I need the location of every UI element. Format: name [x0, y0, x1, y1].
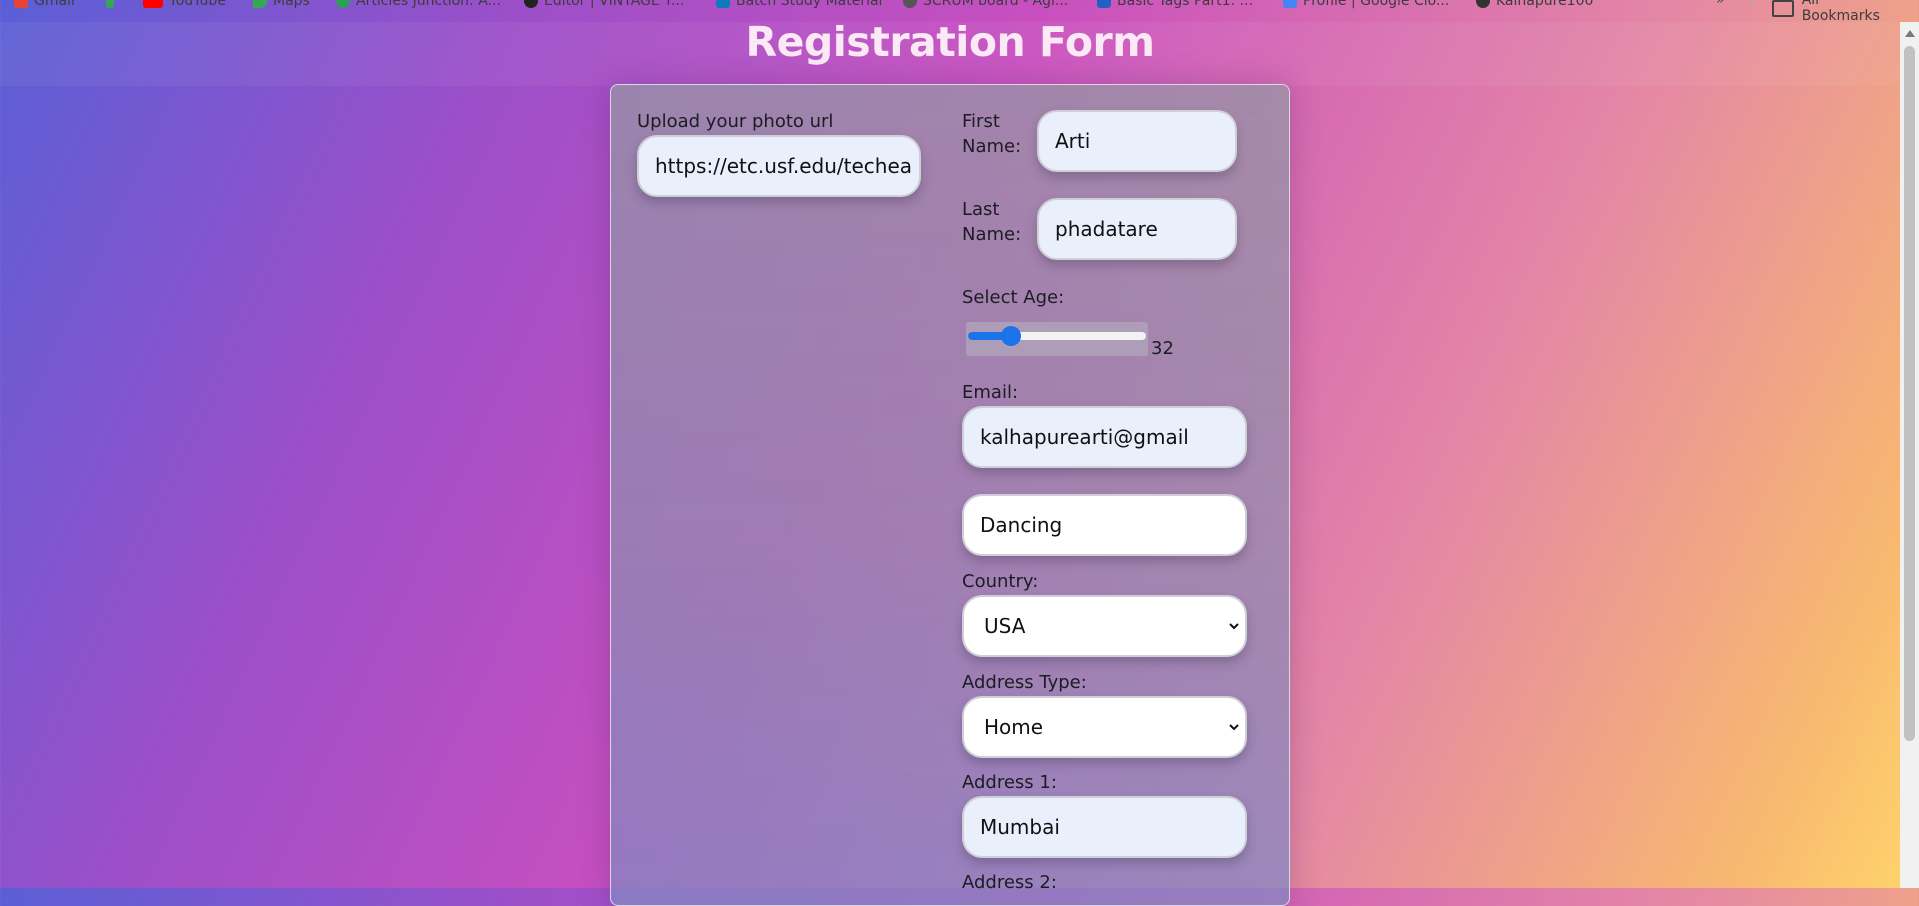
address-type-selected-value: Home — [984, 715, 1044, 739]
address1-input[interactable]: Mumbai — [962, 796, 1247, 858]
bookmark-articles-junction[interactable]: Articles Junction: A... — [336, 0, 501, 10]
bookmark-label: Profile | Google Clo... — [1303, 0, 1450, 9]
bookmark-maps[interactable]: Maps — [253, 0, 310, 10]
bookmark-label: Basic Tags Part1: ... — [1117, 0, 1254, 9]
bookmark-label: Editor | VINTAGE T... — [544, 0, 685, 9]
chevron-down-icon — [1229, 623, 1239, 630]
bookmark-batch-study[interactable]: Batch Study Material — [716, 0, 882, 10]
country-selected-value: USA — [984, 614, 1026, 638]
bookmark-label: Maps — [273, 0, 310, 9]
scrum-icon — [903, 0, 917, 8]
youtube-icon — [143, 0, 163, 8]
bookmark-kalhapure[interactable]: Kalhapure100 — [1476, 0, 1593, 10]
last-name-label-line2: Name: — [962, 224, 1022, 245]
folder-icon — [1772, 0, 1794, 17]
bookmarks-divider — [1750, 0, 1751, 8]
first-name-label-line1: First — [962, 111, 1000, 132]
google-icon — [1283, 0, 1297, 8]
bookmark-label: YouTube — [169, 0, 226, 9]
scrollbar-thumb[interactable] — [1904, 46, 1915, 741]
tags-icon — [1097, 0, 1111, 8]
address1-label: Address 1: — [962, 772, 1057, 793]
bookmark-label: Batch Study Material — [736, 0, 883, 9]
age-slider-track — [968, 326, 1146, 346]
chevron-down-icon — [1229, 724, 1239, 731]
email-input[interactable]: kalhapurearti@gmail — [962, 406, 1247, 468]
last-name-label-line1: Last — [962, 199, 1000, 220]
maps-pin-icon — [253, 0, 267, 8]
leaf-icon — [106, 0, 114, 8]
age-label: Select Age: — [962, 287, 1065, 308]
last-name-input[interactable]: phadatare — [1037, 198, 1237, 260]
bookmark-label: Gmail — [34, 0, 75, 9]
page-scrollbar[interactable] — [1900, 22, 1919, 888]
scroll-up-arrow-icon[interactable] — [1905, 30, 1915, 37]
email-label: Email: — [962, 382, 1019, 403]
github-icon — [1476, 0, 1490, 8]
address-type-select[interactable]: Home — [962, 696, 1247, 758]
drive-icon — [716, 0, 730, 8]
country-label: Country: — [962, 571, 1039, 592]
gmail-icon — [14, 0, 28, 8]
photo-url-input[interactable]: https://etc.usf.edu/techea — [637, 135, 921, 197]
age-slider[interactable] — [966, 322, 1148, 356]
bookmark-basic-tags[interactable]: Basic Tags Part1: ... — [1097, 0, 1253, 10]
bookmark-leaf[interactable] — [106, 0, 114, 10]
articles-icon — [336, 0, 350, 8]
country-select[interactable]: USA — [962, 595, 1247, 657]
bookmark-label: Kalhapure100 — [1496, 0, 1594, 9]
address2-label: Address 2: — [962, 872, 1057, 893]
hobby-input[interactable]: Dancing — [962, 494, 1247, 556]
photo-url-label: Upload your photo url — [637, 111, 834, 132]
bookmark-google-cloud[interactable]: Profile | Google Clo... — [1283, 0, 1449, 10]
bookmark-label: Articles Junction: A... — [356, 0, 501, 9]
page-title: Registration Form — [745, 18, 1155, 66]
age-slider-thumb[interactable] — [1000, 326, 1021, 346]
first-name-input[interactable]: Arti — [1037, 110, 1237, 172]
editor-icon — [524, 0, 538, 8]
address-type-label: Address Type: — [962, 672, 1087, 693]
bookmark-scrum-board[interactable]: SCRUM board - Agi... — [903, 0, 1068, 10]
age-value: 32 — [1151, 338, 1174, 359]
bookmark-gmail[interactable]: Gmail — [14, 0, 75, 10]
first-name-label-line2: Name: — [962, 136, 1022, 157]
bookmark-youtube[interactable]: YouTube — [143, 0, 226, 10]
bookmark-editor[interactable]: Editor | VINTAGE T... — [524, 0, 684, 10]
more-bookmarks-button[interactable]: » — [1716, 0, 1725, 8]
bookmark-label: SCRUM board - Agi... — [923, 0, 1069, 9]
